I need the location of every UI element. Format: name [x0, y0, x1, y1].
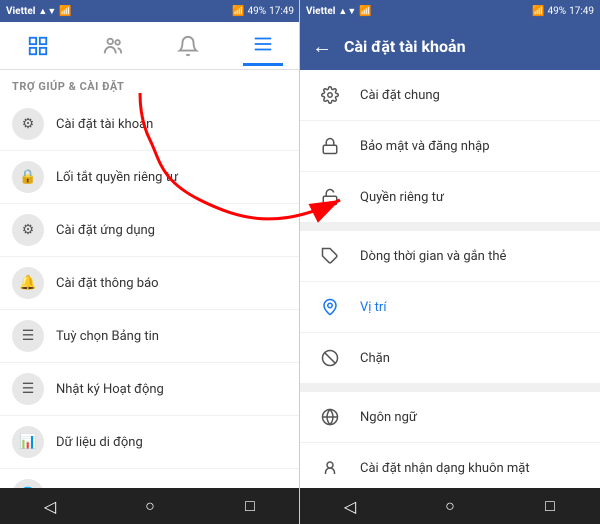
right-icon-4: [316, 293, 344, 321]
battery-left: 49%: [248, 6, 267, 17]
status-bar-left: Viettel ▲▼ 📶 📶 49% 17:49: [0, 0, 300, 22]
right-icon-2: [316, 183, 344, 211]
left-menu-list: ⚙ Cài đặt tài khoản 🔒 Lối tắt quyền riên…: [0, 98, 300, 488]
right-item-5[interactable]: Chặn: [300, 333, 600, 384]
right-icon-7: [316, 454, 344, 482]
item-label-2: Cài đặt ứng dụng: [56, 223, 155, 238]
right-header: ← Cài đặt tài khoản: [300, 22, 600, 70]
left-item-6[interactable]: 📊 Dữ liệu di động: [0, 416, 300, 469]
item-icon-0: ⚙: [12, 108, 44, 140]
left-item-5[interactable]: ☰ Nhật ký Hoạt động: [0, 363, 300, 416]
item-icon-1: 🔒: [12, 161, 44, 193]
right-icon-5: [316, 344, 344, 372]
item-icon-4: ☰: [12, 320, 44, 352]
item-icon-5: ☰: [12, 373, 44, 405]
nav-bell-icon[interactable]: [168, 26, 208, 66]
right-label-7: Cài đặt nhận dạng khuôn mặt: [360, 461, 530, 476]
right-icon-3: [316, 242, 344, 270]
right-label-1: Bảo mật và đăng nhập: [360, 139, 490, 154]
section-label: TRỢ GIÚP & CÀI ĐẶT: [0, 70, 300, 98]
right-item-1[interactable]: Bảo mật và đăng nhập: [300, 121, 600, 172]
back-btn-left[interactable]: ◁: [25, 491, 75, 521]
item-label-0: Cài đặt tài khoản: [56, 117, 153, 132]
right-label-0: Cài đặt chung: [360, 88, 440, 103]
back-button[interactable]: ←: [312, 34, 332, 59]
right-label-6: Ngôn ngữ: [360, 410, 417, 425]
recents-btn-right[interactable]: □: [525, 491, 575, 521]
right-item-2[interactable]: Quyền riêng tư: [300, 172, 600, 223]
right-menu-list: Cài đặt chung Bảo mật và đăng nhập Quyền…: [300, 70, 600, 488]
left-item-4[interactable]: ☰ Tuỳ chọn Bảng tin: [0, 310, 300, 363]
right-item-0[interactable]: Cài đặt chung: [300, 70, 600, 121]
right-icon-6: [316, 403, 344, 431]
item-label-1: Lối tắt quyền riêng tư: [56, 170, 178, 185]
right-label-2: Quyền riêng tư: [360, 190, 444, 205]
left-item-3[interactable]: 🔔 Cài đặt thông báo: [0, 257, 300, 310]
right-item-4[interactable]: Vị trí: [300, 282, 600, 333]
top-nav-left: [0, 22, 300, 70]
bottom-nav-left: ◁ ○ □: [0, 488, 300, 524]
status-bar-right: Viettel ▲▼ 📶 📶 49% 17:49: [300, 0, 600, 22]
right-label-4: Vị trí: [360, 300, 387, 315]
right-item-7[interactable]: Cài đặt nhận dạng khuôn mặt: [300, 443, 600, 488]
carrier-left: Viettel: [6, 6, 35, 17]
right-icon-0: [316, 81, 344, 109]
item-icon-3: 🔔: [12, 267, 44, 299]
back-btn-right[interactable]: ◁: [325, 491, 375, 521]
nav-people-icon[interactable]: [93, 26, 133, 66]
right-label-3: Dòng thời gian và gắn thẻ: [360, 249, 506, 264]
left-item-0[interactable]: ⚙ Cài đặt tài khoản: [0, 98, 300, 151]
time-left: 17:49: [269, 6, 294, 17]
item-icon-7: 🌐: [12, 479, 44, 488]
item-label-6: Dữ liệu di động: [56, 435, 143, 450]
home-btn-left[interactable]: ○: [125, 491, 175, 521]
item-icon-2: ⚙: [12, 214, 44, 246]
page-title: Cài đặt tài khoản: [344, 37, 466, 56]
bottom-nav-right: ◁ ○ □: [300, 488, 600, 524]
left-item-2[interactable]: ⚙ Cài đặt ứng dụng: [0, 204, 300, 257]
battery-right: 49%: [548, 6, 567, 17]
carrier-right: Viettel: [306, 6, 335, 17]
right-label-5: Chặn: [360, 351, 390, 366]
home-btn-right[interactable]: ○: [425, 491, 475, 521]
nav-grid-icon[interactable]: [18, 26, 58, 66]
item-label-4: Tuỳ chọn Bảng tin: [56, 329, 159, 344]
nav-menu-icon[interactable]: [243, 26, 283, 66]
right-icon-1: [316, 132, 344, 160]
item-icon-6: 📊: [12, 426, 44, 458]
item-label-3: Cài đặt thông báo: [56, 276, 159, 291]
right-item-3[interactable]: Dòng thời gian và gắn thẻ: [300, 231, 600, 282]
right-item-6[interactable]: Ngôn ngữ: [300, 392, 600, 443]
time-right: 17:49: [569, 6, 594, 17]
item-label-5: Nhật ký Hoạt động: [56, 382, 164, 397]
recents-btn-left[interactable]: □: [225, 491, 275, 521]
left-item-7[interactable]: 🌐 Ngôn ngữ: [0, 469, 300, 488]
left-item-1[interactable]: 🔒 Lối tắt quyền riêng tư: [0, 151, 300, 204]
